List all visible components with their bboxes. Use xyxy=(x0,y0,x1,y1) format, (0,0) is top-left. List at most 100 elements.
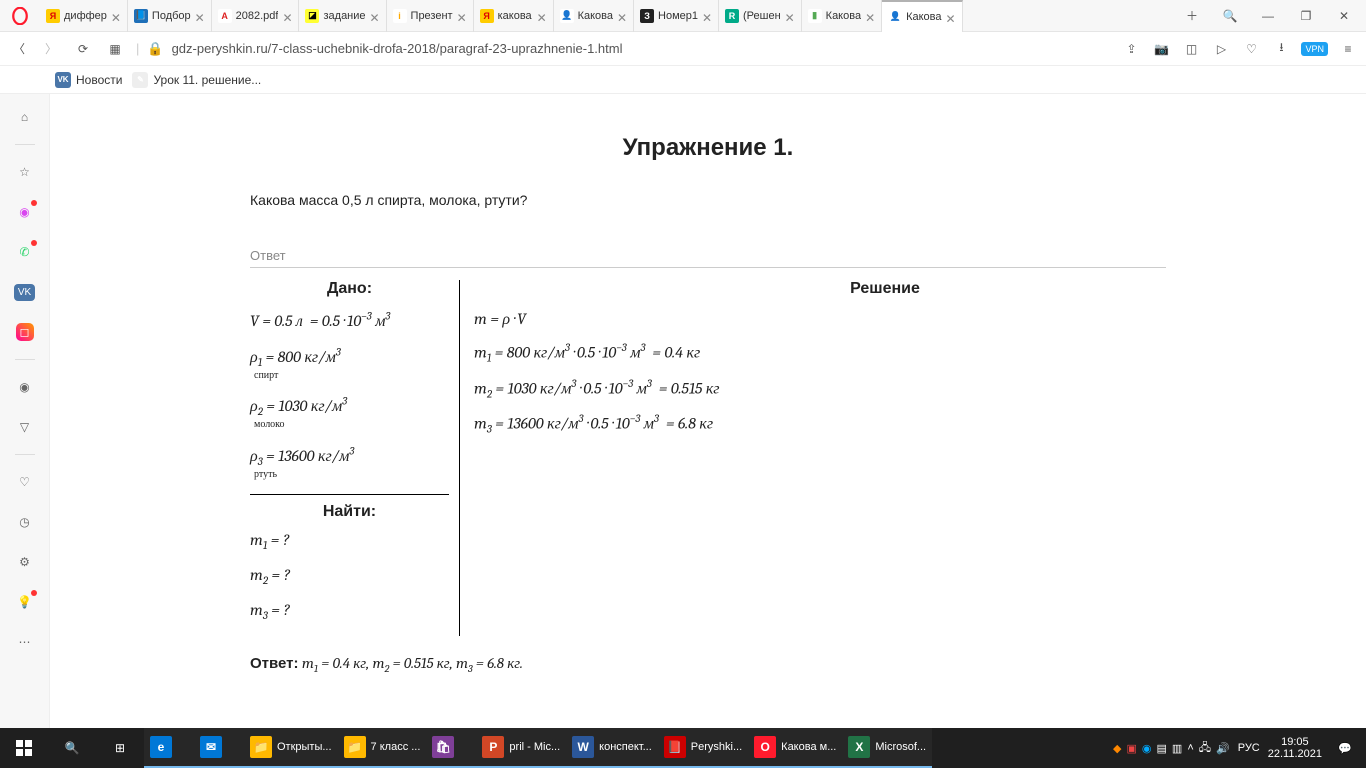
taskbar-app-4[interactable]: 🛍 xyxy=(426,728,476,768)
heart-icon[interactable]: ♡ xyxy=(12,469,38,495)
app-label: Какова м... xyxy=(781,741,836,753)
player-icon[interactable]: ◉ xyxy=(12,374,38,400)
taskbar-app-5[interactable]: Ppril - Mic... xyxy=(476,728,566,768)
tab-2[interactable]: A2082.pdf✕ xyxy=(212,0,300,32)
taskview-button[interactable]: ⊞ xyxy=(96,728,144,768)
tab-close-icon[interactable]: ✕ xyxy=(457,11,467,21)
bookmark-1[interactable]: ✎Урок 11. решение... xyxy=(132,72,261,88)
taskbar-app-6[interactable]: Wконспект... xyxy=(566,728,658,768)
neon-icon[interactable]: 💡 xyxy=(12,589,38,615)
taskbar-app-3[interactable]: 📁7 класс ... xyxy=(338,728,427,768)
tray-icon[interactable]: ▥ xyxy=(1172,742,1182,755)
vpn-badge[interactable]: VPN xyxy=(1301,42,1328,56)
volume-icon[interactable]: 🔊 xyxy=(1216,742,1230,755)
messenger-icon[interactable]: ◉ xyxy=(12,199,38,225)
page-title: Упражнение 1. xyxy=(250,134,1166,162)
settings-icon[interactable]: ⚙ xyxy=(12,549,38,575)
taskbar-app-1[interactable]: ✉ xyxy=(194,728,244,768)
tray[interactable]: ◆ ▣ ◉ ▤ ▥ ˄ 🖧 🔊 xyxy=(1113,739,1230,758)
forward-button[interactable]: 〉 xyxy=(40,38,62,60)
tab-5[interactable]: Якакова✕ xyxy=(474,0,554,32)
tray-icon[interactable]: ▣ xyxy=(1126,742,1136,755)
action-center-button[interactable]: 💬 xyxy=(1330,728,1360,768)
app-icon: 📁 xyxy=(344,736,366,758)
heart-icon[interactable]: ♡ xyxy=(1241,39,1261,59)
tab-close-icon[interactable]: ✕ xyxy=(865,11,875,21)
flow-icon[interactable]: ▽ xyxy=(12,414,38,440)
tab-0[interactable]: Ядиффер✕ xyxy=(40,0,128,32)
network-icon[interactable]: 🖧 xyxy=(1199,739,1211,758)
reload-button[interactable]: ⟳ xyxy=(72,38,94,60)
g1: V = 0.5 л = 0.5 · 10−3 м3 xyxy=(250,312,390,330)
tab-search-button[interactable]: 🔍 xyxy=(1218,4,1242,28)
start-button[interactable] xyxy=(0,728,48,768)
speed-dial-button[interactable]: ▦ xyxy=(104,38,126,60)
taskbar-left: 🔍 ⊞ e✉📁Открыты...📁7 класс ...🛍Ppril - Mi… xyxy=(0,728,932,768)
f3: m3 = ? xyxy=(250,601,449,622)
minimize-button[interactable]: — xyxy=(1256,4,1280,28)
send-icon[interactable]: ▷ xyxy=(1211,39,1231,59)
taskbar-app-8[interactable]: OКакова м... xyxy=(748,728,842,768)
tab-label: задание xyxy=(323,10,365,22)
clock[interactable]: 19:05 22.11.2021 xyxy=(1268,736,1322,760)
search-button[interactable]: 🔍 xyxy=(48,728,96,768)
language-indicator[interactable]: РУС xyxy=(1238,742,1260,754)
easy-setup-icon[interactable]: ≡ xyxy=(1338,39,1358,59)
s1: m1 = 800 кг/м3 · 0.5 · 10−3 м3 = 0.4 кг xyxy=(474,341,1166,365)
tab-8[interactable]: R(Решен✕ xyxy=(719,0,802,32)
vk-icon[interactable]: VK xyxy=(12,279,38,305)
tab-close-icon[interactable]: ✕ xyxy=(946,12,956,22)
bookmark-icon: ✎ xyxy=(132,72,148,88)
tray-icon[interactable]: ◆ xyxy=(1113,742,1121,755)
tab-7[interactable]: ЗНомер1✕ xyxy=(634,0,719,32)
titlebar: Ядиффер✕📘Подбор✕A2082.pdf✕◪задание✕iПрез… xyxy=(0,0,1366,32)
resh-header: Решение xyxy=(474,280,1166,298)
home-icon[interactable]: ⌂ xyxy=(12,104,38,130)
instagram-icon[interactable]: ◻ xyxy=(12,319,38,345)
taskbar-app-7[interactable]: 📕Peryshki... xyxy=(658,728,748,768)
bookmark-label: Новости xyxy=(76,73,122,87)
tab-3[interactable]: ◪задание✕ xyxy=(299,0,386,32)
back-button[interactable]: 〈 xyxy=(8,38,30,60)
whatsapp-icon[interactable]: ✆ xyxy=(12,239,38,265)
more-icon[interactable]: ⋯ xyxy=(12,629,38,655)
tray-chevron-icon[interactable]: ˄ xyxy=(1187,742,1193,754)
screenshot-icon[interactable]: 📷 xyxy=(1151,39,1171,59)
tab-close-icon[interactable]: ✕ xyxy=(111,11,121,21)
tab-close-icon[interactable]: ✕ xyxy=(370,11,380,21)
dano-header: Дано: xyxy=(250,280,449,298)
app-icon: X xyxy=(848,736,870,758)
tab-close-icon[interactable]: ✕ xyxy=(617,11,627,21)
tab-10[interactable]: 👤Какова✕ xyxy=(882,0,962,32)
tab-4[interactable]: iПрезент✕ xyxy=(387,0,474,32)
maximize-button[interactable]: ❐ xyxy=(1294,4,1318,28)
new-tab-button[interactable]: ＋ xyxy=(1180,4,1204,28)
tray-icon[interactable]: ◉ xyxy=(1142,742,1152,755)
opera-logo[interactable] xyxy=(0,7,40,25)
tab-1[interactable]: 📘Подбор✕ xyxy=(128,0,212,32)
tray-icon[interactable]: ▤ xyxy=(1157,742,1167,755)
sidebar-icon[interactable]: ◫ xyxy=(1181,39,1201,59)
taskbar-app-0[interactable]: e xyxy=(144,728,194,768)
tab-close-icon[interactable]: ✕ xyxy=(785,11,795,21)
tab-6[interactable]: 👤Какова✕ xyxy=(554,0,634,32)
taskbar-app-9[interactable]: XMicrosof... xyxy=(842,728,932,768)
tab-close-icon[interactable]: ✕ xyxy=(702,11,712,21)
answer-label: Ответ xyxy=(250,248,1166,268)
tab-close-icon[interactable]: ✕ xyxy=(282,11,292,21)
share-icon[interactable]: ⇪ xyxy=(1121,39,1141,59)
fav-icon[interactable]: ☆ xyxy=(12,159,38,185)
app-label: конспект... xyxy=(599,741,652,753)
addr-right-controls: ⇪ 📷 ◫ ▷ ♡ ⭳ VPN ≡ xyxy=(1121,39,1358,59)
tab-close-icon[interactable]: ✕ xyxy=(195,11,205,21)
address-bar[interactable]: | 🔒 gdz-peryshkin.ru/7-class-uchebnik-dr… xyxy=(136,41,1111,57)
tab-label: Какова xyxy=(826,10,861,22)
download-icon[interactable]: ⭳ xyxy=(1271,39,1291,59)
close-button[interactable]: ✕ xyxy=(1332,4,1356,28)
tab-9[interactable]: ▮Какова✕ xyxy=(802,0,882,32)
taskbar-app-2[interactable]: 📁Открыты... xyxy=(244,728,338,768)
history-icon[interactable]: ◷ xyxy=(12,509,38,535)
tab-close-icon[interactable]: ✕ xyxy=(537,11,547,21)
tab-favicon: 📘 xyxy=(134,9,148,23)
bookmark-0[interactable]: VKНовости xyxy=(55,72,122,88)
